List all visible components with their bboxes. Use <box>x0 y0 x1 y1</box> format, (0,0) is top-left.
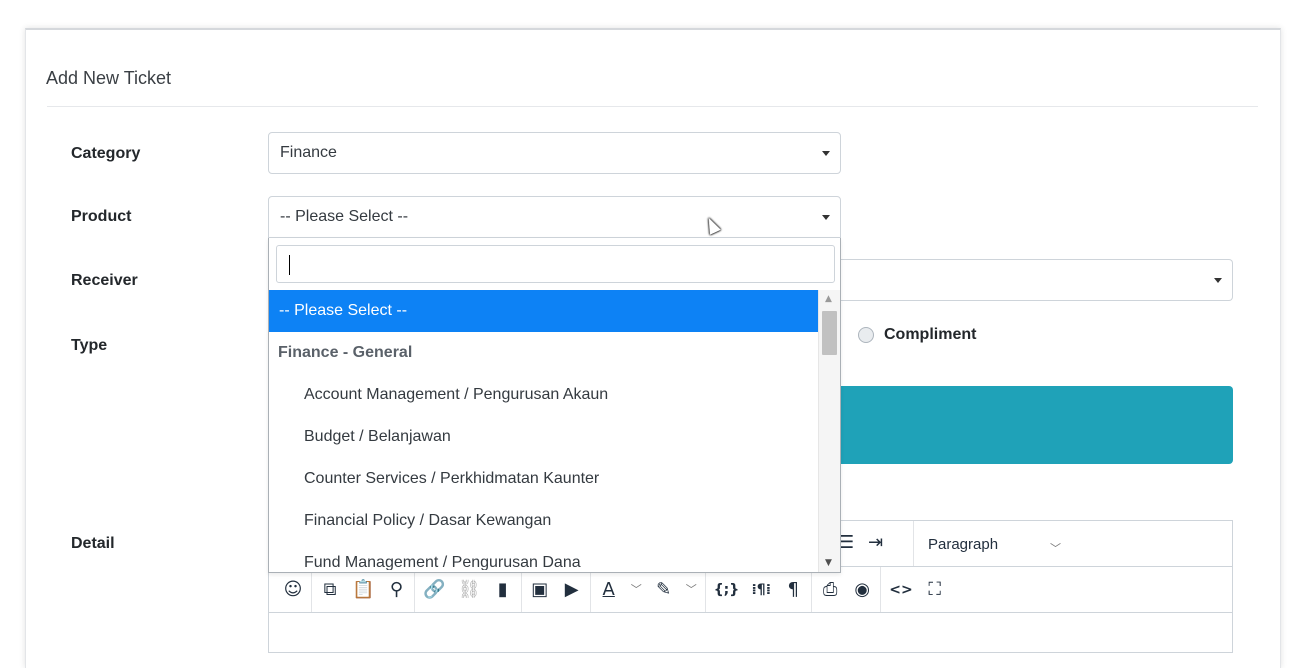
dropdown-scrollbar[interactable]: ▲ ▼ <box>818 290 840 572</box>
category-select[interactable]: Finance <box>268 132 841 174</box>
chevron-down-icon <box>822 151 830 156</box>
type-label: Type <box>71 337 108 354</box>
code-sample-icon[interactable]: {;} <box>714 580 740 600</box>
toolbar-group: {;} ⁞¶⁞ ¶ <box>706 567 813 612</box>
toolbar-group: ▣ ▶ <box>522 567 591 612</box>
receiver-select[interactable] <box>836 259 1233 301</box>
nonbreaking-icon[interactable]: ⁞¶⁞ <box>751 580 771 600</box>
dropdown-option[interactable]: Budget / Belanjawan <box>269 416 818 458</box>
dropdown-option[interactable]: Financial Policy / Dasar Kewangan <box>269 500 818 542</box>
unlink-icon[interactable]: ⛓ <box>458 579 481 600</box>
toolbar-group: ⧉ 📋 ⚲ <box>312 567 416 612</box>
text-color-icon[interactable]: A <box>599 579 619 600</box>
indent-icons: ☰ ⇥ <box>838 532 883 553</box>
emoji-icon[interactable]: ☺ <box>283 579 303 600</box>
dropdown-search-input[interactable] <box>276 245 835 283</box>
detail-label: Detail <box>71 535 115 552</box>
card-divider <box>47 106 1258 107</box>
indent-icon[interactable]: ⇥ <box>868 532 883 553</box>
pilcrow-icon[interactable]: ¶ <box>783 579 803 600</box>
highlight-icon[interactable]: ✎ <box>654 579 674 600</box>
card-title: Add New Ticket <box>46 68 172 88</box>
radio-label: Compliment <box>884 326 977 343</box>
dropdown-option-please-select[interactable]: -- Please Select -- <box>269 290 818 332</box>
editor-toolbar: ☺ ⧉ 📋 ⚲ 🔗 ⛓ ▮ ▣ ▶ A ﹀ ✎ ﹀ {;} ⁞¶⁞ ¶ ⎙ ◉ … <box>268 566 1233 613</box>
search-icon[interactable]: ⚲ <box>386 579 406 600</box>
product-label: Product <box>71 208 132 225</box>
block-format-value: Paragraph <box>928 535 999 553</box>
category-label: Category <box>71 145 141 162</box>
editor-content-area[interactable] <box>268 613 1233 653</box>
source-code-icon[interactable]: <> <box>889 580 912 600</box>
toolbar-group: A ﹀ ✎ ﹀ <box>591 567 706 612</box>
dropdown-option[interactable]: Account Management / Pengurusan Akaun <box>269 374 818 416</box>
chevron-down-icon[interactable]: ﹀ <box>686 580 697 600</box>
image-icon[interactable]: ▣ <box>530 579 550 600</box>
fullscreen-icon[interactable]: ⛶ <box>925 579 945 600</box>
scroll-down-icon[interactable]: ▼ <box>825 558 832 568</box>
link-icon[interactable]: 🔗 <box>423 579 445 600</box>
toolbar-group: <> ⛶ <box>881 567 952 612</box>
chevron-down-icon[interactable]: ﹀ <box>631 580 642 600</box>
category-value: Finance <box>280 144 337 161</box>
media-icon[interactable]: ▶ <box>562 579 582 600</box>
copy-icon[interactable]: ⧉ <box>320 579 340 600</box>
paste-icon[interactable]: 📋 <box>352 579 374 600</box>
block-format-select[interactable]: Paragraph <box>913 521 1033 567</box>
print-icon[interactable]: ⎙ <box>820 579 840 600</box>
scrollbar-thumb[interactable] <box>822 311 837 355</box>
dropdown-group-finance-general: Finance - General <box>278 344 413 361</box>
type-radio-compliment[interactable]: Compliment <box>858 326 976 344</box>
dropdown-option[interactable]: Counter Services / Perkhidmatan Kaunter <box>269 458 818 500</box>
receiver-label: Receiver <box>71 272 138 289</box>
product-value: -- Please Select -- <box>280 208 409 225</box>
toolbar-group: 🔗 ⛓ ▮ <box>415 567 522 612</box>
radio-button[interactable] <box>858 327 874 343</box>
product-dropdown: -- Please Select -- Finance - General Ac… <box>268 238 841 573</box>
editor-toolbar-top: Paragraph <box>836 520 1233 567</box>
scroll-up-icon[interactable]: ▲ <box>825 294 832 304</box>
info-alert <box>836 386 1233 464</box>
chevron-down-icon[interactable]: ﹀ <box>1050 540 1061 556</box>
chevron-down-icon <box>1214 278 1222 283</box>
toolbar-group: ☺ <box>275 567 312 612</box>
toolbar-group: ⎙ ◉ <box>812 567 882 612</box>
product-select[interactable]: -- Please Select -- <box>268 196 841 238</box>
bookmark-icon[interactable]: ▮ <box>493 579 513 600</box>
dropdown-option[interactable]: Fund Management / Pengurusan Dana <box>269 542 818 570</box>
text-cursor <box>289 255 290 275</box>
dropdown-option-list: -- Please Select -- Finance - General Ac… <box>269 290 818 570</box>
preview-icon[interactable]: ◉ <box>852 579 872 600</box>
chevron-down-icon <box>822 215 830 220</box>
